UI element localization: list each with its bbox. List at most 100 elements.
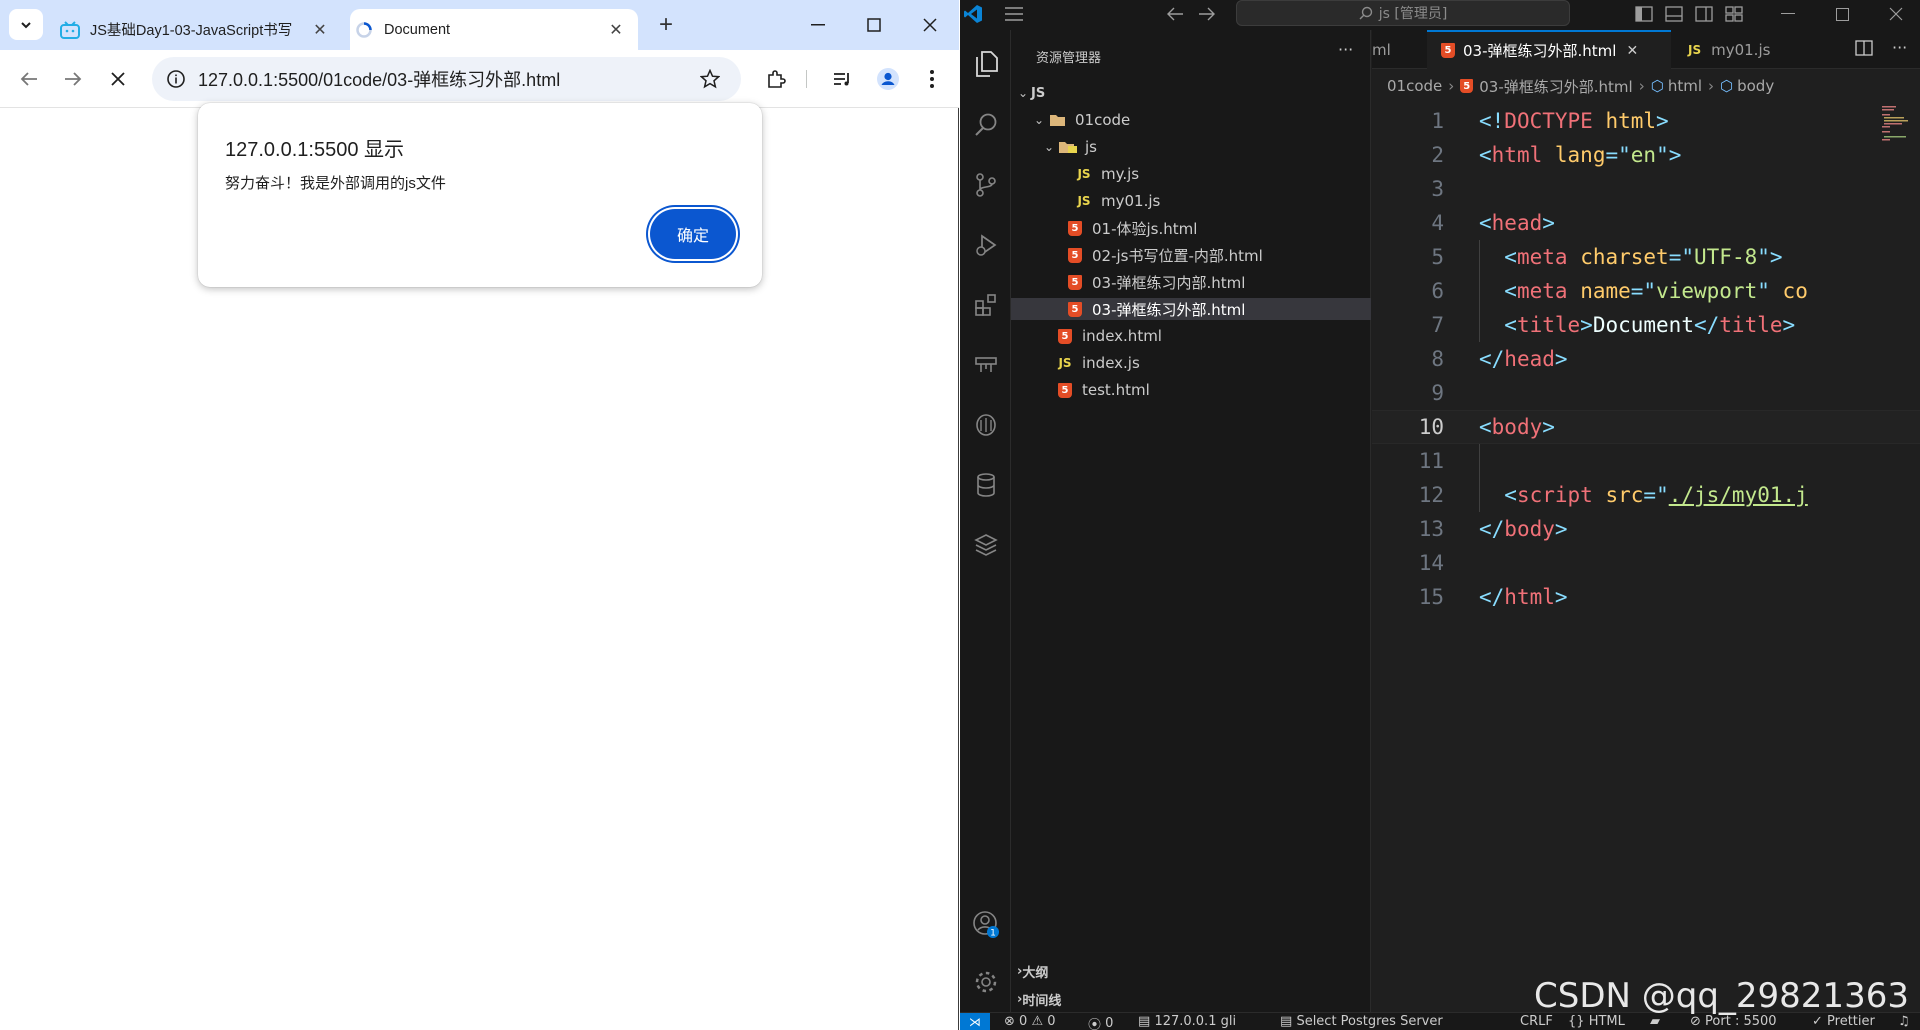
minimize-button[interactable] xyxy=(796,6,840,44)
split-editor-icon[interactable] xyxy=(1855,40,1873,60)
tree-folder-js[interactable]: ⌄ js xyxy=(1011,136,1371,158)
star-icon[interactable] xyxy=(699,68,721,94)
breadcrumb-item[interactable]: 01code xyxy=(1387,77,1442,95)
back-button[interactable] xyxy=(13,63,45,95)
arrow-left-icon xyxy=(20,72,37,86)
tree-file-02[interactable]: 5 02-js书写位置-内部.html xyxy=(1011,244,1371,266)
tree-file-03-internal[interactable]: 5 03-弹框练习内部.html xyxy=(1011,271,1371,293)
chevron-down-icon: ⌄ xyxy=(1017,86,1029,100)
address-bar[interactable]: 127.0.0.1:5500/01code/03-弹框练习外部.html xyxy=(152,57,741,101)
accounts-icon[interactable]: 1 xyxy=(960,900,1011,948)
breadcrumb: 01code › 5 03-弹框练习外部.html › ⬡ html › ⬡ b… xyxy=(1387,76,1774,96)
explorer-icon[interactable] xyxy=(960,40,1011,88)
forward-button[interactable] xyxy=(57,63,89,95)
tree-file-03-external[interactable]: 5 03-弹框练习外部.html xyxy=(1011,298,1371,320)
chevron-right-icon: › xyxy=(1707,77,1714,95)
run-debug-icon[interactable] xyxy=(960,221,1011,269)
maximize-icon[interactable] xyxy=(1832,4,1852,24)
broadcast-icon[interactable]: ▰ xyxy=(1650,1014,1660,1029)
tree-file-01[interactable]: 5 01-体验js.html xyxy=(1011,217,1371,239)
editor-tab-my01[interactable]: JS my01.js xyxy=(1674,30,1804,69)
command-center-search[interactable]: js [管理员] xyxy=(1236,0,1570,26)
extensions-icon[interactable] xyxy=(960,281,1011,329)
browser-tab-2[interactable]: Document ✕ xyxy=(350,9,638,50)
browser-tab-1[interactable]: JS基础Day1-03-JavaScript书写 ✕ xyxy=(56,9,342,50)
breadcrumb-item[interactable]: html xyxy=(1668,77,1702,95)
tab-search-button[interactable] xyxy=(9,9,43,40)
minimap[interactable] xyxy=(1880,104,1910,144)
editor-tab-label: ml xyxy=(1372,40,1391,59)
js-file-icon: JS xyxy=(1688,42,1702,57)
toggle-panel-icon[interactable] xyxy=(1664,4,1684,24)
tree-file-index-html[interactable]: 5 index.html xyxy=(1011,325,1371,347)
layers-icon[interactable] xyxy=(960,521,1011,569)
tree-file-my01-js[interactable]: JS my01.js xyxy=(1011,190,1371,212)
tree-root-js[interactable]: ⌄ JS xyxy=(1011,82,1371,104)
more-actions-icon[interactable]: ··· xyxy=(1892,38,1907,57)
toggle-secondary-sidebar-icon[interactable] xyxy=(1694,4,1714,24)
tree-folder-01code[interactable]: ⌄ 01code xyxy=(1011,109,1371,131)
eol-text: CRLF xyxy=(1520,1014,1553,1029)
menu-button[interactable] xyxy=(916,63,948,95)
tree-label: test.html xyxy=(1082,381,1150,399)
postgres-indicator[interactable]: ▤ Select Postgres Server xyxy=(1280,1014,1443,1029)
notifications-icon[interactable]: ♫ xyxy=(1898,1014,1910,1029)
database-client-icon[interactable] xyxy=(960,401,1011,449)
customize-layout-icon[interactable] xyxy=(1724,4,1744,24)
arrow-right-icon[interactable] xyxy=(1198,6,1216,26)
gear-icon[interactable] xyxy=(960,958,1011,1006)
more-actions-icon[interactable]: ··· xyxy=(1338,40,1353,59)
breadcrumb-item[interactable]: 03-弹框练习外部.html xyxy=(1479,76,1632,97)
line-number: 13 xyxy=(1418,517,1444,541)
close-icon[interactable]: ✕ xyxy=(1626,43,1638,59)
prettier-indicator[interactable]: ✓ Prettier xyxy=(1812,1014,1875,1029)
menu-icon[interactable] xyxy=(1004,6,1024,26)
browser-toolbar: 127.0.0.1:5500/01code/03-弹框练习外部.html xyxy=(0,50,959,108)
alert-ok-button[interactable]: 确定 xyxy=(650,209,736,259)
timeline-label: 时间线 xyxy=(1022,993,1062,1009)
html-file-icon: 5 xyxy=(1064,247,1086,263)
tab-title: Document xyxy=(384,21,451,38)
problems-indicator[interactable]: ⊗ 0 ⚠ 0 xyxy=(1004,1014,1056,1029)
search-icon[interactable] xyxy=(960,101,1011,149)
new-tab-button[interactable]: + xyxy=(651,10,681,40)
remote-explorer-icon[interactable] xyxy=(960,341,1011,389)
explorer-sidebar: 资源管理器 ··· ⌄ JS ⌄ 01code ⌄ js JS my.js JS… xyxy=(1011,30,1371,1012)
extensions-button[interactable] xyxy=(760,63,792,95)
toggle-sidebar-icon[interactable] xyxy=(1634,4,1654,24)
tree-file-index-js[interactable]: JS index.js xyxy=(1011,352,1371,374)
line-number: 2 xyxy=(1431,143,1444,167)
symbol-element-icon: ⬡ xyxy=(1650,77,1664,95)
breadcrumb-item[interactable]: body xyxy=(1737,77,1774,95)
ports-indicator[interactable]: ⦿ 0 xyxy=(1088,1014,1113,1030)
tree-file-test-html[interactable]: 5 test.html xyxy=(1011,379,1371,401)
source-control-icon[interactable] xyxy=(960,161,1011,209)
stop-loading-button[interactable] xyxy=(102,63,134,95)
remote-indicator-icon[interactable]: ⋊ xyxy=(960,1013,990,1030)
vscode-window: js [管理员] 1 资源管理器 ··· ⌄ JS ⌄ 01code ⌄ js … xyxy=(960,0,1920,1030)
server-indicator[interactable]: ▤ 127.0.0.1 gli xyxy=(1138,1014,1236,1029)
close-icon[interactable] xyxy=(1886,4,1906,24)
media-queue-icon xyxy=(834,73,849,86)
tree-label: index.html xyxy=(1082,327,1162,345)
code-line: 13 </body> xyxy=(1372,512,1920,546)
database-icon[interactable] xyxy=(960,461,1011,509)
close-icon[interactable]: ✕ xyxy=(604,18,628,42)
live-server-indicator[interactable]: ⊘ Port : 5500 xyxy=(1690,1014,1777,1029)
editor-tab-active[interactable]: 5 03-弹框练习外部.html ✕ xyxy=(1427,30,1671,69)
warning-icon: ⚠ xyxy=(1031,1014,1044,1029)
minimize-icon[interactable] xyxy=(1778,4,1798,24)
editor-tab-truncated[interactable]: ml xyxy=(1372,30,1424,69)
timeline-section[interactable]: › 时间线 xyxy=(1011,988,1371,1010)
language-indicator[interactable]: {} HTML xyxy=(1568,1014,1625,1029)
close-icon[interactable]: ✕ xyxy=(308,18,332,42)
eol-indicator[interactable]: CRLF xyxy=(1520,1014,1553,1029)
media-control-button[interactable] xyxy=(826,63,858,95)
outline-section[interactable]: › 大纲 xyxy=(1011,960,1371,982)
arrow-left-icon[interactable] xyxy=(1166,6,1184,26)
site-info-icon[interactable] xyxy=(166,69,186,94)
tree-file-my-js[interactable]: JS my.js xyxy=(1011,163,1371,185)
profile-button[interactable] xyxy=(872,63,904,95)
close-window-button[interactable] xyxy=(908,6,952,44)
maximize-button[interactable] xyxy=(852,6,896,44)
